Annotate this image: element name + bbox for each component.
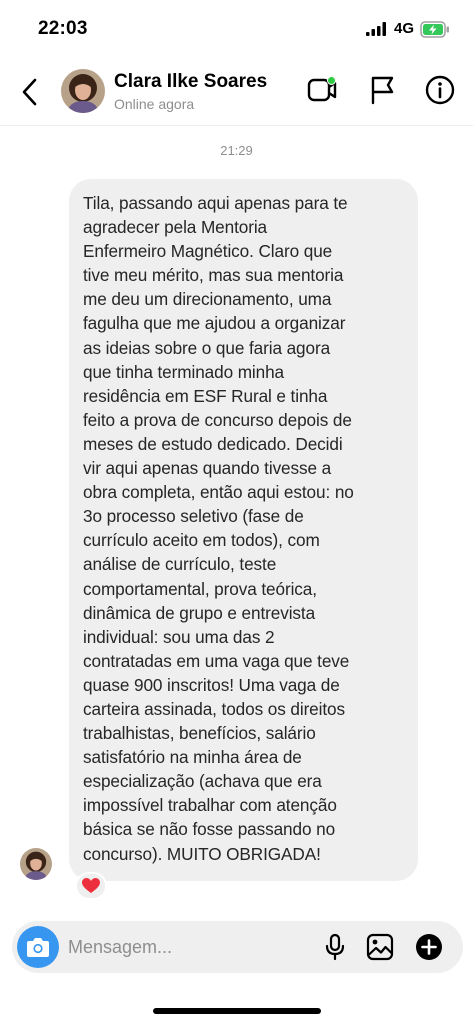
chat-header: Clara Ilke Soares Online agora: [0, 58, 473, 126]
status-bar: 22:03 4G: [0, 0, 473, 56]
info-icon: [425, 75, 455, 105]
message-bubble[interactable]: Tila, passando aqui apenas para te agrad…: [69, 179, 418, 881]
signal-icon: [366, 22, 386, 36]
online-indicator: [327, 76, 336, 85]
sender-avatar[interactable]: [20, 848, 52, 880]
status-time: 22:03: [38, 18, 88, 39]
battery-charging-icon: [420, 21, 449, 38]
message-text: Tila, passando aqui apenas para te agrad…: [83, 193, 354, 864]
info-button[interactable]: [422, 72, 458, 108]
microphone-icon: [325, 933, 345, 961]
voice-message-button[interactable]: [320, 932, 350, 962]
contact-status: Online agora: [114, 96, 195, 112]
heart-icon: [82, 878, 100, 893]
camera-button[interactable]: [17, 926, 59, 968]
home-indicator[interactable]: [153, 1008, 321, 1014]
plus-icon: [416, 934, 442, 960]
message-input[interactable]: [68, 934, 308, 960]
contact-name[interactable]: Clara Ilke Soares: [114, 71, 267, 93]
back-button[interactable]: [14, 74, 46, 110]
back-icon: [22, 78, 37, 106]
gallery-button[interactable]: [365, 932, 395, 962]
video-call-button[interactable]: [304, 72, 340, 108]
contact-avatar[interactable]: [61, 69, 105, 113]
message-timestamp: 21:29: [220, 143, 253, 158]
report-button[interactable]: [364, 72, 400, 108]
camera-icon: [27, 938, 49, 957]
flag-icon: [371, 76, 394, 105]
avatar-image: [61, 69, 105, 113]
more-options-button[interactable]: [414, 932, 444, 962]
heart-reaction[interactable]: [75, 872, 107, 900]
gallery-icon: [366, 933, 394, 961]
message-composer: [12, 921, 463, 973]
avatar-image: [20, 848, 52, 880]
network-type: 4G: [394, 20, 415, 37]
